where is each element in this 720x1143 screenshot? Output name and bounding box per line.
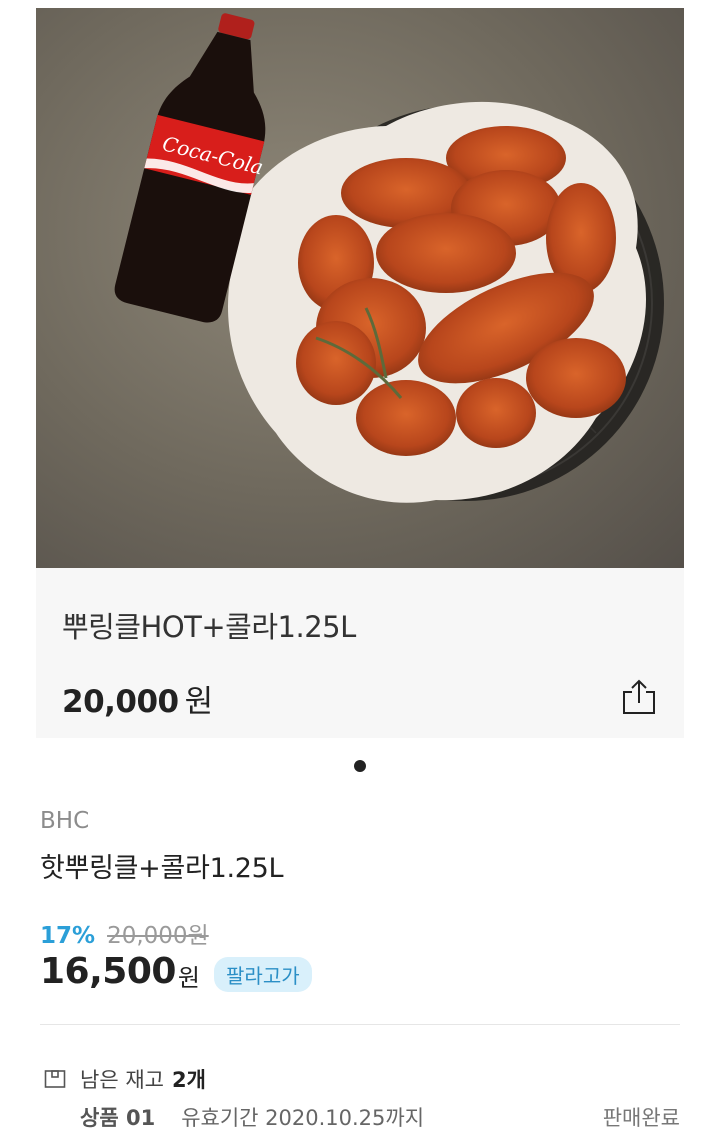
item-status: 판매완료 xyxy=(602,1106,680,1130)
sale-price-row: 16,500 원 팔라고가 xyxy=(40,950,312,993)
product-name: 핫뿌링클+콜라1.25L xyxy=(40,853,284,884)
list-item[interactable]: 상품 01 유효기간 2020.10.25까지 판매완료 xyxy=(80,1102,680,1132)
card-product-price: 20,000 원 xyxy=(62,676,213,721)
stock-count: 2개 xyxy=(171,1068,206,1092)
original-price: 20,000원 xyxy=(107,923,209,949)
product-hero-card[interactable]: Coca-Cola 뿌링클HOT+콜라1.25L 20,000 원 xyxy=(36,8,684,738)
stock-label: 남은 재고 xyxy=(80,1068,164,1092)
item-index: 상품 01 xyxy=(80,1106,156,1130)
product-image: Coca-Cola xyxy=(36,8,684,568)
share-icon xyxy=(623,679,655,714)
discount-row: 17% 20,000원 xyxy=(40,916,209,950)
image-pager xyxy=(0,760,720,772)
item-expiry: 유효기간 2020.10.25까지 xyxy=(181,1106,425,1130)
stock-row: 남은 재고 2개 xyxy=(44,1064,206,1094)
box-icon xyxy=(44,1068,66,1090)
sale-price: 16,500 xyxy=(40,951,176,992)
brand-name: BHC xyxy=(40,808,90,834)
card-product-title: 뿌링클HOT+콜라1.25L xyxy=(62,610,356,644)
card-price-value: 20,000 xyxy=(62,684,179,720)
sale-price-unit: 원 xyxy=(177,964,201,992)
share-button[interactable] xyxy=(618,676,660,718)
status-badge: 팔라고가 xyxy=(214,957,312,992)
section-divider xyxy=(40,1024,680,1025)
discount-rate: 17% xyxy=(40,923,96,949)
pager-dot-active[interactable] xyxy=(354,760,366,772)
card-price-unit: 원 xyxy=(184,684,214,720)
